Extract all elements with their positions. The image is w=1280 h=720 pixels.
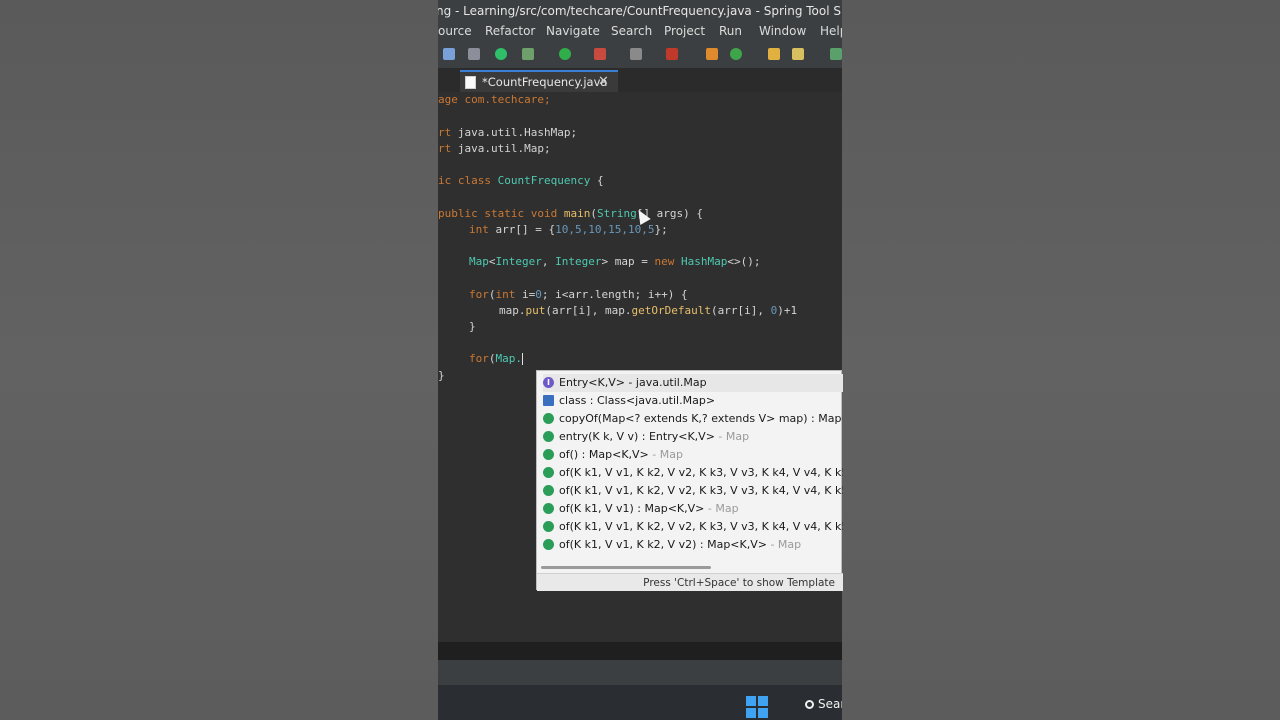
coverage-icon[interactable]: [666, 48, 678, 60]
external-tools-icon[interactable]: [594, 48, 606, 60]
content-assist-popup: I Entry<K,V> - java.util.Map class : Cla…: [536, 370, 843, 591]
horizontal-scrollbar[interactable]: [541, 566, 839, 572]
method-icon: [543, 521, 554, 532]
code-line: int arr[] = {10,5,10,15,10,5};: [469, 223, 668, 236]
code-line-active: for(Map.: [469, 352, 523, 365]
interface-icon: I: [543, 377, 554, 388]
debug-icon[interactable]: [522, 48, 534, 60]
method-icon: [543, 485, 554, 496]
run-icon[interactable]: [559, 48, 571, 60]
code-line: rt java.util.HashMap;: [438, 126, 578, 139]
menu-source[interactable]: ource: [438, 20, 472, 42]
code-line: map.put(arr[i], map.getOrDefault(arr[i],…: [499, 304, 798, 317]
java-file-icon: [465, 76, 476, 89]
perspective-icon[interactable]: [830, 48, 842, 60]
save-icon[interactable]: [443, 48, 455, 60]
method-icon: [543, 431, 554, 442]
code-line: age com.techcare;: [438, 93, 551, 106]
tab-label: *CountFrequency.java: [482, 75, 608, 89]
windows-start-icon[interactable]: [746, 696, 768, 718]
menu-window[interactable]: Window: [759, 20, 806, 42]
editor-bottom-panel: [438, 642, 842, 660]
menu-run[interactable]: Run: [719, 20, 742, 42]
menu-search[interactable]: Search: [611, 20, 652, 42]
search-icon: [805, 700, 814, 709]
skip-breakpoints-icon[interactable]: [468, 48, 480, 60]
windows-taskbar: Sear: [438, 685, 842, 720]
close-icon[interactable]: ✕: [598, 72, 609, 92]
ide-window: ng - Learning/src/com/techcare/CountFreq…: [438, 0, 842, 720]
suggestion-item[interactable]: I Entry<K,V> - java.util.Map: [543, 374, 843, 392]
boot-dashboard-icon[interactable]: [495, 48, 507, 60]
menu-project[interactable]: Project: [664, 20, 705, 42]
suggestion-item[interactable]: of(K k1, V v1, K k2, V v2, K k3, V v3, K…: [543, 482, 843, 500]
code-line: }: [469, 320, 476, 333]
method-icon: [543, 449, 554, 460]
code-line: Map<Integer, Integer> map = new HashMap<…: [469, 255, 761, 268]
code-line: ic class CountFrequency {: [438, 174, 604, 187]
method-icon: [543, 539, 554, 550]
menu-help[interactable]: Help: [820, 20, 842, 42]
template-hint: Press 'Ctrl+Space' to show Template: [537, 573, 843, 591]
blurred-background-right: [842, 0, 1280, 720]
new-java-project-icon[interactable]: [706, 48, 718, 60]
menu-bar: ource Refactor Navigate Search Project R…: [438, 20, 842, 42]
code-line: public static void main(String[] args) {: [438, 207, 703, 220]
taskbar-search-label: Sear: [818, 697, 842, 711]
editor-tab-bar: *CountFrequency.java ✕: [438, 68, 842, 92]
suggestion-list: I Entry<K,V> - java.util.Map class : Cla…: [537, 371, 843, 563]
menu-navigate[interactable]: Navigate: [546, 20, 600, 42]
code-line: for(int i=0; i<arr.length; i++) {: [469, 288, 688, 301]
suggestion-item[interactable]: entry(K k, V v) : Entry<K,V> - Map: [543, 428, 843, 446]
menu-refactor[interactable]: Refactor: [485, 20, 535, 42]
suggestion-item[interactable]: of(K k1, V v1, K k2, V v2, K k3, V v3, K…: [543, 518, 843, 536]
suggestion-item[interactable]: copyOf(Map<? extends K,? extends V> map)…: [543, 410, 843, 428]
refresh-icon[interactable]: [730, 48, 742, 60]
window-title-bar: ng - Learning/src/com/techcare/CountFreq…: [438, 0, 842, 22]
suggestion-item[interactable]: of(K k1, V v1, K k2, V v2, K k3, V v3, K…: [543, 464, 843, 482]
method-icon: [543, 413, 554, 424]
blurred-background-left: [0, 0, 438, 720]
field-icon: [543, 395, 554, 406]
suggestion-item[interactable]: of(K k1, V v1) : Map<K,V> - Map: [543, 500, 843, 518]
window-title: ng - Learning/src/com/techcare/CountFreq…: [438, 4, 842, 18]
suggestion-item[interactable]: of() : Map<K,V> - Map: [543, 446, 843, 464]
terminate-icon[interactable]: [630, 48, 642, 60]
open-folder-icon[interactable]: [768, 48, 780, 60]
taskbar-search[interactable]: Sear: [805, 695, 842, 713]
suggestion-item[interactable]: of(K k1, V v1, K k2, V v2) : Map<K,V> - …: [543, 536, 843, 554]
method-icon: [543, 503, 554, 514]
tab-count-frequency[interactable]: *CountFrequency.java ✕: [460, 70, 618, 92]
main-toolbar: [438, 42, 842, 68]
code-line: }: [438, 369, 445, 382]
code-content: age com.techcare; rt java.util.HashMap; …: [438, 92, 842, 404]
method-icon: [543, 467, 554, 478]
scrollbar-thumb[interactable]: [541, 566, 711, 569]
suggestion-item[interactable]: class : Class<java.util.Map>: [543, 392, 843, 410]
pen-icon[interactable]: [792, 48, 804, 60]
code-line: rt java.util.Map;: [438, 142, 551, 155]
status-bar: [438, 660, 842, 685]
text-caret: [522, 353, 523, 365]
